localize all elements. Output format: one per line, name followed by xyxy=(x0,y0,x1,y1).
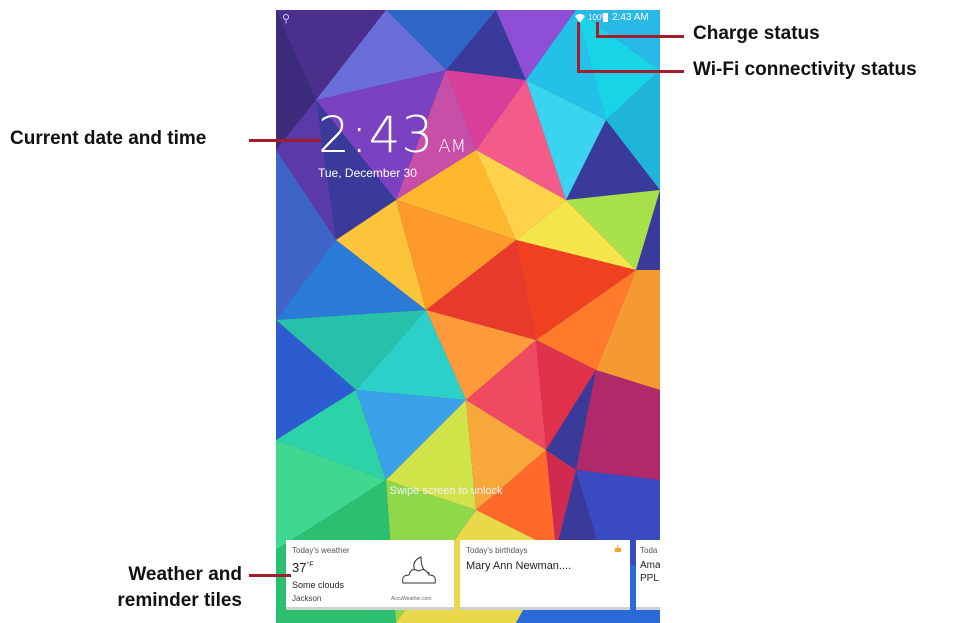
weather-condition: Some clouds xyxy=(292,580,345,590)
birthday-name: Mary Ann Newman.... xyxy=(466,560,572,572)
weather-tile-header: Today's weather xyxy=(292,546,350,555)
charge-status-callout: Charge status xyxy=(693,23,820,44)
wifi-callout-riser xyxy=(577,22,580,73)
partly-cloudy-night-icon xyxy=(402,556,436,584)
swipe-hint: Swipe screen to unlock xyxy=(389,485,503,497)
lockscreen-clock: 2:43 AM xyxy=(318,106,466,164)
tiles-callout-line xyxy=(249,574,291,577)
clock-ampm: AM xyxy=(438,136,467,157)
weather-tile[interactable]: Today's weather 37°F Some clouds Jackson… xyxy=(286,540,454,610)
wifi-callout-line xyxy=(577,70,684,73)
wallpaper xyxy=(276,10,660,623)
datetime-callout-line xyxy=(249,139,321,142)
third-tile-header: Toda xyxy=(640,546,658,555)
weather-temperature: 37°F xyxy=(292,560,314,575)
usb-icon: ⚲ xyxy=(282,13,291,25)
wifi-status-callout: Wi-Fi connectivity status xyxy=(693,59,917,80)
weather-city: Jackson xyxy=(292,594,322,603)
birthdays-tile[interactable]: Today's birthdays Mary Ann Newman.... xyxy=(460,540,630,610)
lockscreen-date: Tue, December 30 xyxy=(318,166,417,180)
tiles-callout-line1: Weather and xyxy=(128,564,242,585)
notification-tiles[interactable]: Today's weather 37°F Some clouds Jackson… xyxy=(286,540,660,613)
charge-callout-riser xyxy=(596,22,599,38)
cake-icon xyxy=(615,545,621,552)
tiles-callout-line2: reminder tiles xyxy=(117,590,242,611)
tiles-callout: Weather and reminder tiles xyxy=(92,562,242,614)
lock-screen[interactable]: ⚲ 100% 2:43 AM 2:43 AM Tue, December 30 S… xyxy=(276,10,660,623)
datetime-callout: Current date and time xyxy=(10,128,207,149)
third-tile[interactable]: Toda Ama PPL xyxy=(636,540,660,610)
status-time: 2:43 AM xyxy=(612,12,649,23)
birthdays-tile-header: Today's birthdays xyxy=(466,546,528,555)
status-bar: ⚲ 100% 2:43 AM xyxy=(276,10,660,28)
third-tile-line1: Ama xyxy=(640,560,660,571)
wifi-icon xyxy=(575,14,585,23)
third-tile-line2: PPL xyxy=(640,573,659,584)
accuweather-logo: AccuWeather.com xyxy=(391,596,432,602)
battery-icon xyxy=(603,13,608,22)
charge-callout-line xyxy=(596,35,684,38)
clock-time: 2:43 xyxy=(318,106,435,164)
